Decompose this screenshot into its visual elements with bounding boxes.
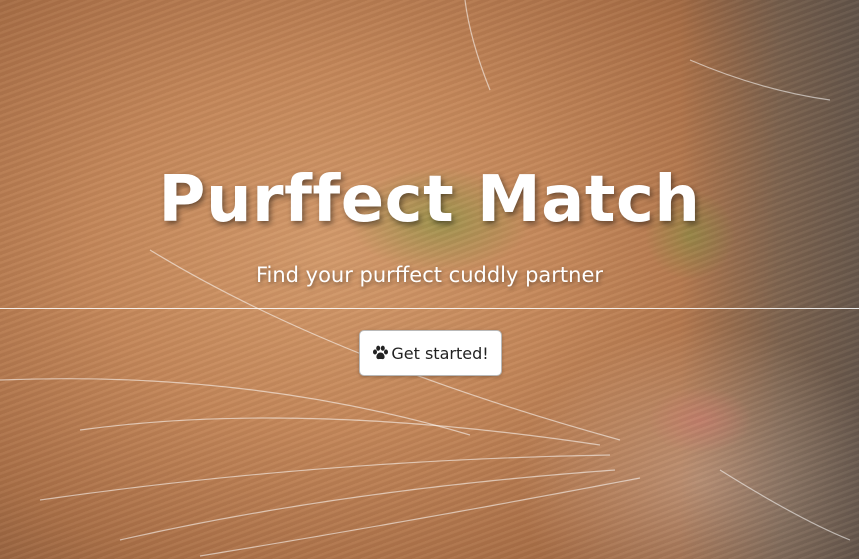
get-started-button[interactable]: Get started! (359, 330, 502, 376)
get-started-label: Get started! (391, 343, 489, 363)
hero-section: Purffect Match Find your purffect cuddly… (0, 0, 859, 559)
hero-subtitle: Find your purffect cuddly partner (255, 263, 604, 287)
hero-title: Purffect Match (158, 163, 701, 237)
hero-divider (0, 308, 859, 309)
paw-icon (372, 345, 389, 361)
